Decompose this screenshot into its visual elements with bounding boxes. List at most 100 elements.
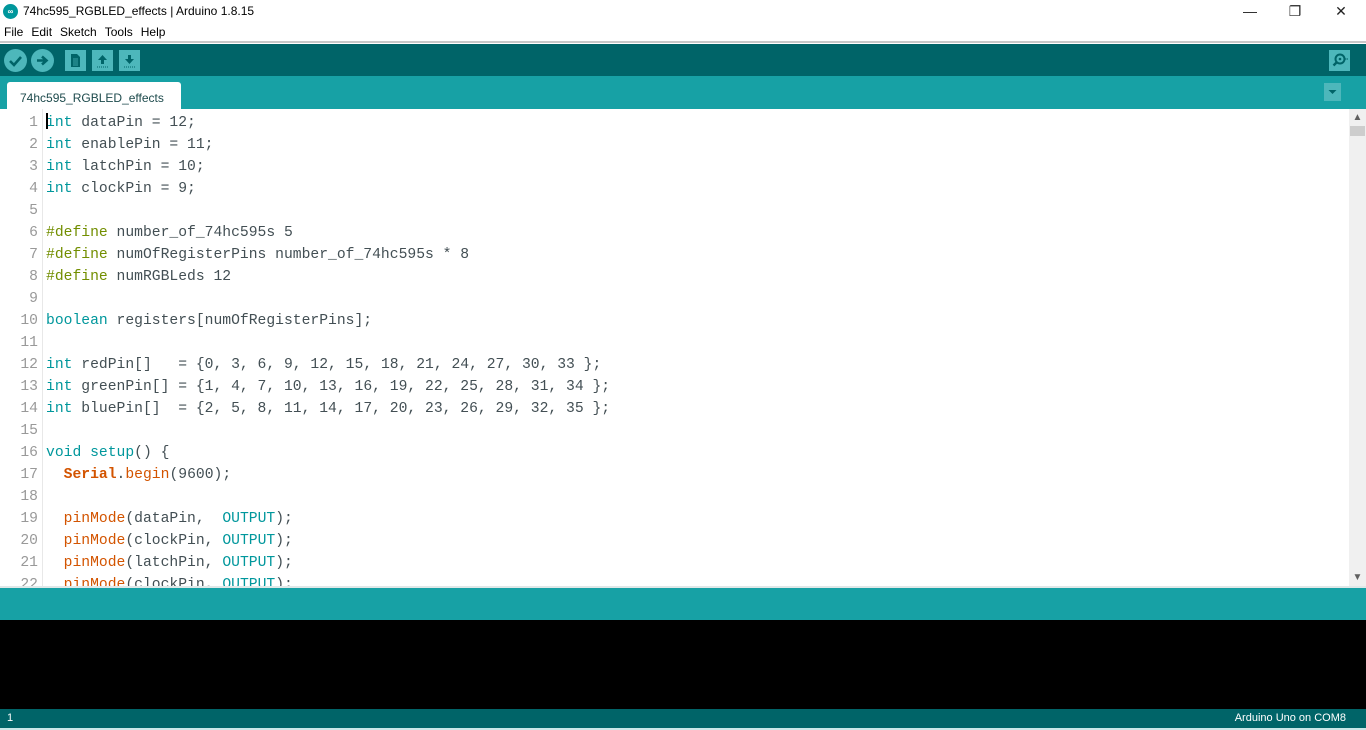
line-number: 22 (20, 577, 38, 586)
line-number: 9 (29, 291, 38, 307)
status-board-port: Arduino Uno on COM8 (1234, 712, 1346, 724)
scrollbar-thumb[interactable] (1350, 126, 1365, 136)
document-icon (71, 54, 80, 67)
code-line[interactable]: 16 void setup() { (0, 442, 1348, 464)
menu-sketch[interactable]: Sketch (56, 23, 101, 39)
code-line[interactable]: 9 (0, 288, 1348, 310)
line-code[interactable]: int enablePin = 11; (46, 134, 213, 156)
line-number: 3 (29, 159, 38, 175)
line-code[interactable]: int bluePin[] = {2, 5, 8, 11, 14, 17, 20… (46, 398, 610, 420)
line-number: 13 (20, 379, 38, 395)
code-line[interactable]: 22 pinMode(clockPin, OUTPUT); (0, 574, 1348, 586)
line-number: 16 (20, 445, 38, 461)
code-line[interactable]: 21 pinMode(latchPin, OUTPUT); (0, 552, 1348, 574)
new-sketch-button[interactable] (65, 50, 86, 71)
line-number: 2 (29, 137, 38, 153)
line-code[interactable]: pinMode(latchPin, OUTPUT); (46, 552, 293, 574)
minimize-button[interactable]: — (1227, 0, 1273, 23)
line-number: 20 (20, 533, 38, 549)
menu-bar: File Edit Sketch Tools Help (0, 23, 1366, 43)
code-line[interactable]: 1 int dataPin = 12; (0, 112, 1348, 134)
scroll-down-arrow-icon[interactable]: ▼ (1349, 569, 1366, 586)
code-line[interactable]: 4 int clockPin = 9; (0, 178, 1348, 200)
menu-file[interactable]: File (0, 23, 27, 39)
code-line[interactable]: 20 pinMode(clockPin, OUTPUT); (0, 530, 1348, 552)
code-line[interactable]: 17 Serial.begin(9600); (0, 464, 1348, 486)
code-line[interactable]: 19 pinMode(dataPin, OUTPUT); (0, 508, 1348, 530)
code-line[interactable]: 8 #define numRGBLeds 12 (0, 266, 1348, 288)
close-button[interactable]: ✕ (1318, 0, 1364, 23)
line-number: 21 (20, 555, 38, 571)
upload-button[interactable] (31, 49, 54, 72)
title-bar: ∞ 74hc595_RGBLED_effects | Arduino 1.8.1… (0, 0, 1366, 23)
code-line[interactable]: 2 int enablePin = 11; (0, 134, 1348, 156)
line-number: 5 (29, 203, 38, 219)
code-line[interactable]: 7 #define numOfRegisterPins number_of_74h… (0, 244, 1348, 266)
arrow-up-icon (97, 55, 108, 68)
message-bar (0, 586, 1366, 620)
code-line[interactable]: 3 int latchPin = 10; (0, 156, 1348, 178)
line-code[interactable]: boolean registers[numOfRegisterPins]; (46, 310, 372, 332)
code-line[interactable]: 15 (0, 420, 1348, 442)
code-line[interactable]: 14 int bluePin[] = {2, 5, 8, 11, 14, 17, … (0, 398, 1348, 420)
line-number: 4 (29, 181, 38, 197)
save-sketch-button[interactable] (119, 50, 140, 71)
menu-help[interactable]: Help (137, 23, 170, 39)
checkmark-icon (9, 56, 22, 67)
code-line[interactable]: 6 #define number_of_74hc595s 5 (0, 222, 1348, 244)
code-editor[interactable]: 1 int dataPin = 12; 2 int enablePin = 11; 3 i… (0, 109, 1366, 586)
open-sketch-button[interactable] (92, 50, 113, 71)
menu-edit[interactable]: Edit (27, 23, 56, 39)
menu-tools[interactable]: Tools (101, 23, 137, 39)
arrow-down-icon (124, 55, 135, 68)
line-code[interactable]: #define numRGBLeds 12 (46, 266, 231, 288)
line-number: 18 (20, 489, 38, 505)
chevron-down-icon (1328, 90, 1337, 94)
status-bar: 1 Arduino Uno on COM8 (0, 709, 1366, 728)
line-code[interactable]: Serial.begin(9600); (46, 464, 232, 486)
maximize-button[interactable]: ❐ (1272, 0, 1318, 23)
code-line[interactable]: 12 int redPin[] = {0, 3, 6, 9, 12, 15, 18… (0, 354, 1348, 376)
line-code[interactable]: int clockPin = 9; (46, 178, 196, 200)
code-line[interactable]: 13 int greenPin[] = {1, 4, 7, 10, 13, 16,… (0, 376, 1348, 398)
code-lines[interactable]: 1 int dataPin = 12; 2 int enablePin = 11; 3 i… (0, 112, 1348, 586)
code-line[interactable]: 5 (0, 200, 1348, 222)
line-number: 7 (29, 247, 38, 263)
vertical-scrollbar[interactable]: ▲ ▼ (1349, 109, 1366, 586)
code-line[interactable]: 10 boolean registers[numOfRegisterPins]; (0, 310, 1348, 332)
text-caret (46, 113, 48, 129)
tab-menu-button[interactable] (1324, 83, 1341, 101)
code-line[interactable]: 11 (0, 332, 1348, 354)
arrow-right-icon (37, 55, 49, 66)
line-code[interactable]: #define number_of_74hc595s 5 (46, 222, 293, 244)
console-output[interactable] (0, 620, 1366, 709)
line-number: 15 (20, 423, 38, 439)
line-code[interactable]: int greenPin[] = {1, 4, 7, 10, 13, 16, 1… (46, 376, 610, 398)
toolbar (0, 44, 1366, 76)
line-number: 8 (29, 269, 38, 285)
line-number: 12 (20, 357, 38, 373)
line-code[interactable]: #define numOfRegisterPins number_of_74hc… (46, 244, 469, 266)
line-code[interactable]: int latchPin = 10; (46, 156, 205, 178)
tab-sketch[interactable]: 74hc595_RGBLED_effects (7, 82, 181, 109)
code-line[interactable]: 18 (0, 486, 1348, 508)
line-number: 10 (20, 313, 38, 329)
line-code[interactable]: pinMode(clockPin, OUTPUT); (46, 574, 293, 586)
line-code[interactable]: void setup() { (46, 442, 169, 464)
line-number: 14 (20, 401, 38, 417)
line-code[interactable]: int redPin[] = {0, 3, 6, 9, 12, 15, 18, … (46, 354, 601, 376)
line-number: 17 (20, 467, 38, 483)
line-code[interactable]: pinMode(dataPin, OUTPUT); (46, 508, 293, 530)
scroll-up-arrow-icon[interactable]: ▲ (1349, 109, 1366, 126)
line-number: 11 (20, 335, 38, 351)
serial-monitor-button[interactable] (1329, 50, 1350, 71)
line-code[interactable]: pinMode(clockPin, OUTPUT); (46, 530, 293, 552)
window-title: 74hc595_RGBLED_effects | Arduino 1.8.15 (23, 4, 255, 18)
tab-bar: 74hc595_RGBLED_effects (0, 76, 1366, 109)
magnifier-icon (1332, 53, 1349, 67)
line-number: 19 (20, 511, 38, 527)
line-number: 1 (29, 115, 38, 131)
line-code[interactable]: int dataPin = 12; (46, 112, 196, 134)
verify-button[interactable] (4, 49, 27, 72)
line-number: 6 (29, 225, 38, 241)
